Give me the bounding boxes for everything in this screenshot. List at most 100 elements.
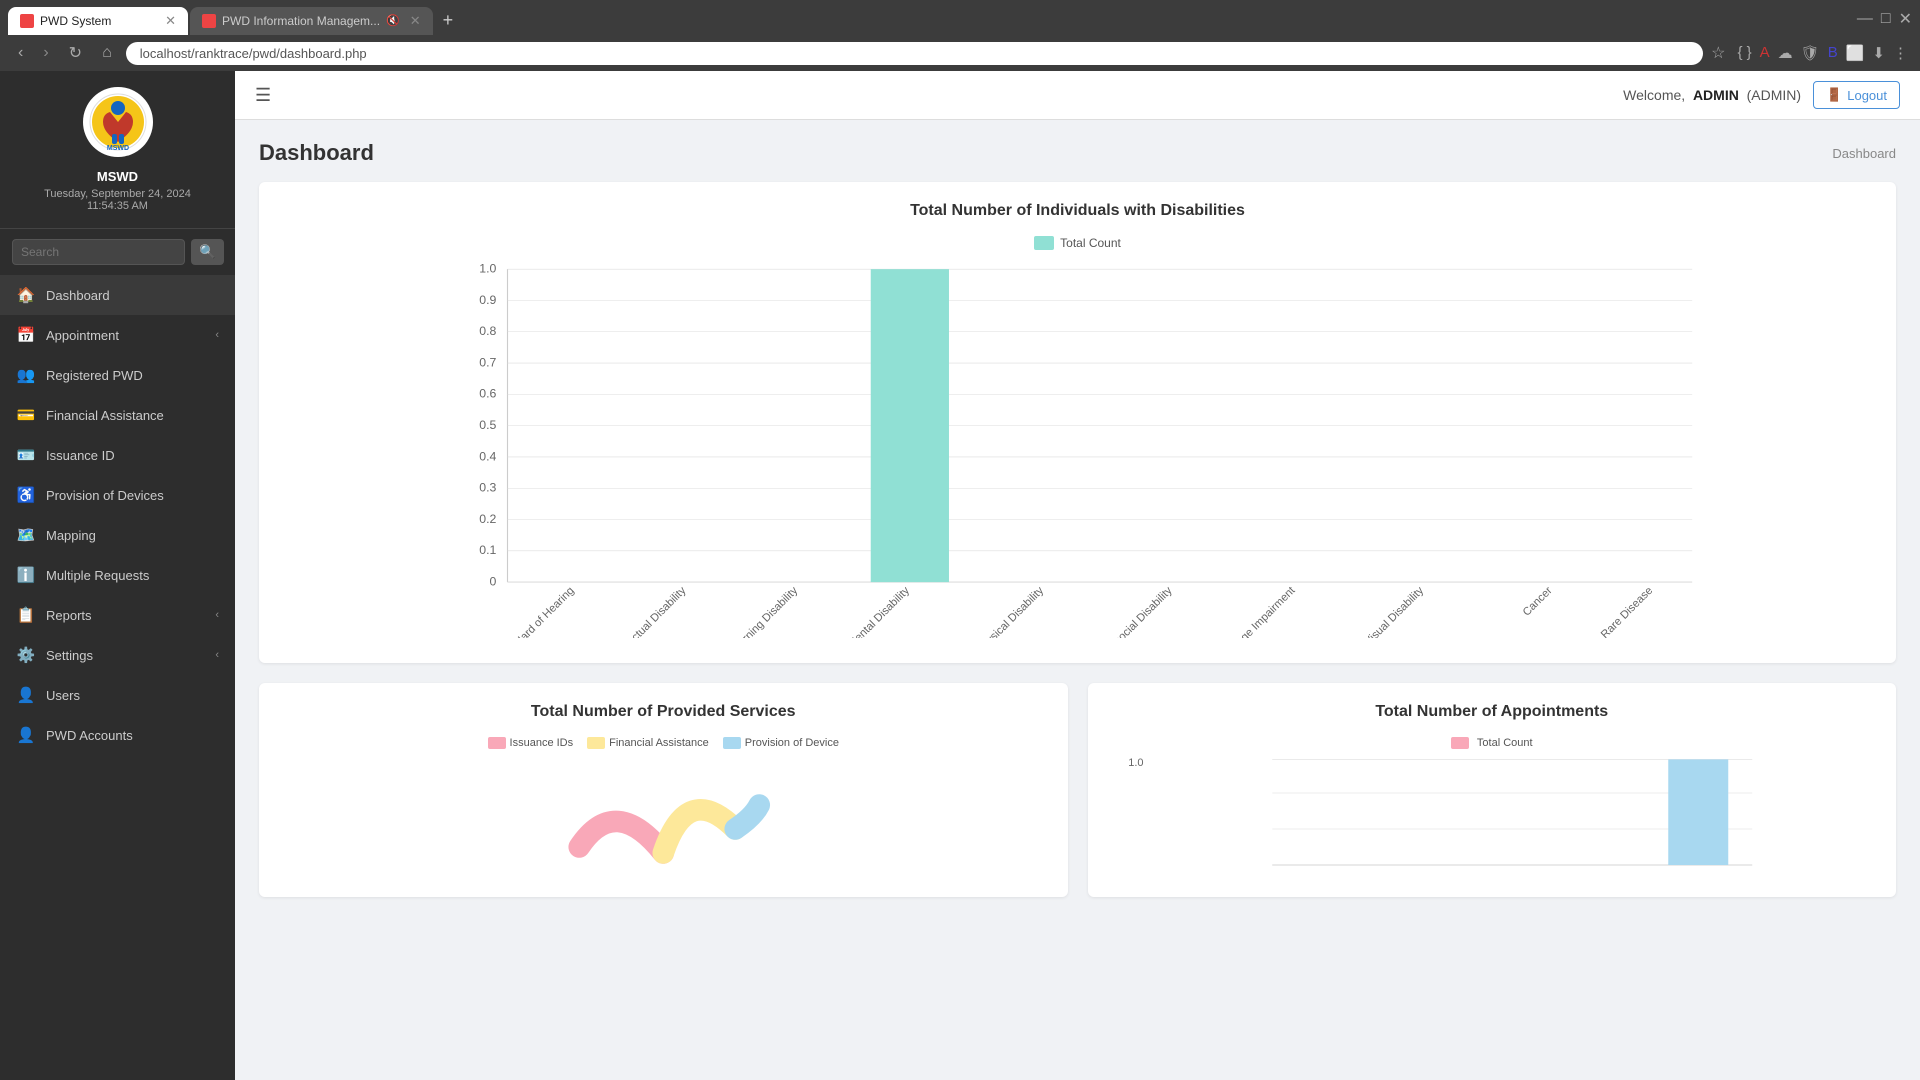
svg-text:0.1: 0.1 xyxy=(479,543,496,557)
sidebar-item-mapping[interactable]: 🗺️ Mapping xyxy=(0,515,235,555)
forward-button[interactable]: › xyxy=(37,42,54,64)
extension-5-icon[interactable]: B xyxy=(1828,44,1838,62)
minimize-button[interactable]: — xyxy=(1857,9,1873,29)
svg-text:Learning Disability: Learning Disability xyxy=(727,584,800,638)
tab-close-2[interactable]: ✕ xyxy=(410,13,421,29)
sidebar-item-label-reports: Reports xyxy=(46,608,92,623)
x-label-learning: Learning Disability xyxy=(727,584,800,638)
sidebar-item-label-appointment: Appointment xyxy=(46,328,119,343)
sidebar-logo: MSWD xyxy=(83,87,153,157)
extension-3-icon[interactable]: ☁ xyxy=(1778,44,1793,62)
sidebar-item-label-dashboard: Dashboard xyxy=(46,288,110,303)
refresh-button[interactable]: ↻ xyxy=(63,41,88,65)
sidebar-item-financial-assistance[interactable]: 💳 Financial Assistance xyxy=(0,395,235,435)
appointments-legend: Total Count xyxy=(1108,737,1877,749)
arc-financial xyxy=(663,810,735,853)
url-bar[interactable]: localhost/ranktrace/pwd/dashboard.php xyxy=(126,42,1703,65)
extension-6-icon[interactable]: ⬜ xyxy=(1846,44,1865,62)
svg-text:Deaf or Hard of Hearing: Deaf or Hard of Hearing xyxy=(484,585,576,638)
new-tab-button[interactable]: + xyxy=(435,6,462,35)
provided-services-svg xyxy=(279,757,1048,877)
sidebar-item-appointment[interactable]: 📅 Appointment ‹ xyxy=(0,315,235,355)
sidebar-item-pwd-accounts[interactable]: 👤 PWD Accounts xyxy=(0,715,235,755)
browser-tab-active[interactable]: PWD System ✕ xyxy=(8,7,188,35)
menu-toggle-icon[interactable]: ☰ xyxy=(255,85,271,106)
svg-text:0.6: 0.6 xyxy=(479,387,496,401)
sidebar-nav: 🏠 Dashboard 📅 Appointment ‹ 👥 Registered… xyxy=(0,275,235,1080)
page-title: Dashboard xyxy=(259,140,374,166)
tab-mute-icon[interactable]: 🔇 xyxy=(386,14,400,27)
issuance-id-icon: 🪪 xyxy=(16,446,36,464)
provided-services-chart-area xyxy=(279,757,1048,877)
x-label-speech: Speech and Language Impairment xyxy=(1168,584,1298,638)
legend-appointments-box xyxy=(1451,737,1469,749)
sidebar-search-area: 🔍 xyxy=(0,229,235,275)
sidebar: MSWD MSWD Tuesday, September 24, 2024 11… xyxy=(0,71,235,1080)
download-icon[interactable]: ⬇ xyxy=(1872,44,1885,62)
logout-button[interactable]: 🚪 Logout xyxy=(1813,81,1900,109)
legend-provision-box xyxy=(723,737,741,749)
sidebar-date: Tuesday, September 24, 2024 xyxy=(44,188,191,200)
bookmark-icon[interactable]: ☆ xyxy=(1711,43,1725,63)
sidebar-item-settings[interactable]: ⚙️ Settings ‹ xyxy=(0,635,235,675)
x-label-physical: Physical Disability xyxy=(974,584,1046,638)
appointments-chart: Total Number of Appointments Total Count… xyxy=(1088,683,1897,897)
sidebar-item-dashboard[interactable]: 🏠 Dashboard xyxy=(0,275,235,315)
legend-provision-device: Provision of Device xyxy=(723,737,839,749)
app-container: MSWD MSWD Tuesday, September 24, 2024 11… xyxy=(0,71,1920,1080)
sidebar-item-registered-pwd[interactable]: 👥 Registered PWD xyxy=(0,355,235,395)
svg-text:Speech and Language Impairment: Speech and Language Impairment xyxy=(1168,584,1298,638)
appointments-y-label: 1.0 xyxy=(1128,757,1143,769)
maximize-button[interactable]: □ xyxy=(1881,9,1891,29)
extension-2-icon[interactable]: A xyxy=(1760,44,1770,62)
svg-text:0.3: 0.3 xyxy=(479,481,496,495)
close-button[interactable]: ✕ xyxy=(1899,9,1912,29)
logo-svg: MSWD xyxy=(88,92,148,152)
legend-box-total xyxy=(1034,236,1054,250)
browser-tab-inactive[interactable]: PWD Information Managem... 🔇 ✕ xyxy=(190,7,433,35)
welcome-text: Welcome, ADMIN (ADMIN) xyxy=(1623,87,1801,103)
role-text: (ADMIN) xyxy=(1747,87,1801,103)
bar-chart-legend: Total Count xyxy=(279,236,1876,250)
svg-text:Intellectual Disability: Intellectual Disability xyxy=(608,584,688,638)
extension-1-icon[interactable]: { } xyxy=(1737,44,1751,62)
mapping-icon: 🗺️ xyxy=(16,526,36,544)
appointments-chart-area: 1.0 xyxy=(1108,757,1877,877)
svg-text:0.2: 0.2 xyxy=(479,512,496,526)
sidebar-item-multiple-requests[interactable]: ℹ️ Multiple Requests xyxy=(0,555,235,595)
sidebar-time: 11:54:35 AM xyxy=(87,200,148,212)
sidebar-item-provision-of-devices[interactable]: ♿ Provision of Devices xyxy=(0,475,235,515)
svg-text:0: 0 xyxy=(489,574,496,588)
appointments-title: Total Number of Appointments xyxy=(1108,703,1877,721)
bar-chart-svg: 0 0.1 0.2 0.3 0.4 0.5 0.6 0.7 0.8 0.9 1.… xyxy=(279,258,1876,638)
provided-services-chart: Total Number of Provided Services Issuan… xyxy=(259,683,1068,897)
back-button[interactable]: ‹ xyxy=(12,42,29,64)
extension-4-icon[interactable]: 🛡 xyxy=(1801,44,1820,62)
svg-text:1.0: 1.0 xyxy=(479,262,496,276)
search-button[interactable]: 🔍 xyxy=(191,239,224,265)
dashboard-icon: 🏠 xyxy=(16,286,36,304)
y-axis: 0 0.1 0.2 0.3 0.4 0.5 0.6 0.7 0.8 0.9 1.… xyxy=(479,262,1692,589)
x-label-mental: Mental Disability xyxy=(846,584,912,638)
sidebar-item-label-pwd-accounts: PWD Accounts xyxy=(46,728,133,743)
search-input[interactable] xyxy=(12,239,185,265)
multiple-requests-icon: ℹ️ xyxy=(16,566,36,584)
top-bar-right: Welcome, ADMIN (ADMIN) 🚪 Logout xyxy=(1623,81,1900,109)
content-area: Dashboard Dashboard Total Number of Indi… xyxy=(235,120,1920,1080)
registered-pwd-icon: 👥 xyxy=(16,366,36,384)
legend-financial-label: Financial Assistance xyxy=(609,737,709,749)
sidebar-header: MSWD MSWD Tuesday, September 24, 2024 11… xyxy=(0,71,235,229)
sidebar-item-label-financial-assistance: Financial Assistance xyxy=(46,408,164,423)
provided-services-title: Total Number of Provided Services xyxy=(279,703,1048,721)
sidebar-item-issuance-id[interactable]: 🪪 Issuance ID xyxy=(0,435,235,475)
sidebar-item-reports[interactable]: 📋 Reports ‹ xyxy=(0,595,235,635)
browser-chrome: PWD System ✕ PWD Information Managem... … xyxy=(0,0,1920,71)
sidebar-item-users[interactable]: 👤 Users xyxy=(0,675,235,715)
main-content: ☰ Welcome, ADMIN (ADMIN) 🚪 Logout Dashbo… xyxy=(235,71,1920,1080)
sidebar-item-label-provision-of-devices: Provision of Devices xyxy=(46,488,164,503)
home-button[interactable]: ⌂ xyxy=(96,42,118,64)
tab-close-1[interactable]: ✕ xyxy=(165,13,176,29)
sidebar-title: MSWD xyxy=(97,169,138,184)
more-options-icon[interactable]: ⋮ xyxy=(1893,44,1908,62)
bottom-charts-row: Total Number of Provided Services Issuan… xyxy=(259,683,1896,897)
